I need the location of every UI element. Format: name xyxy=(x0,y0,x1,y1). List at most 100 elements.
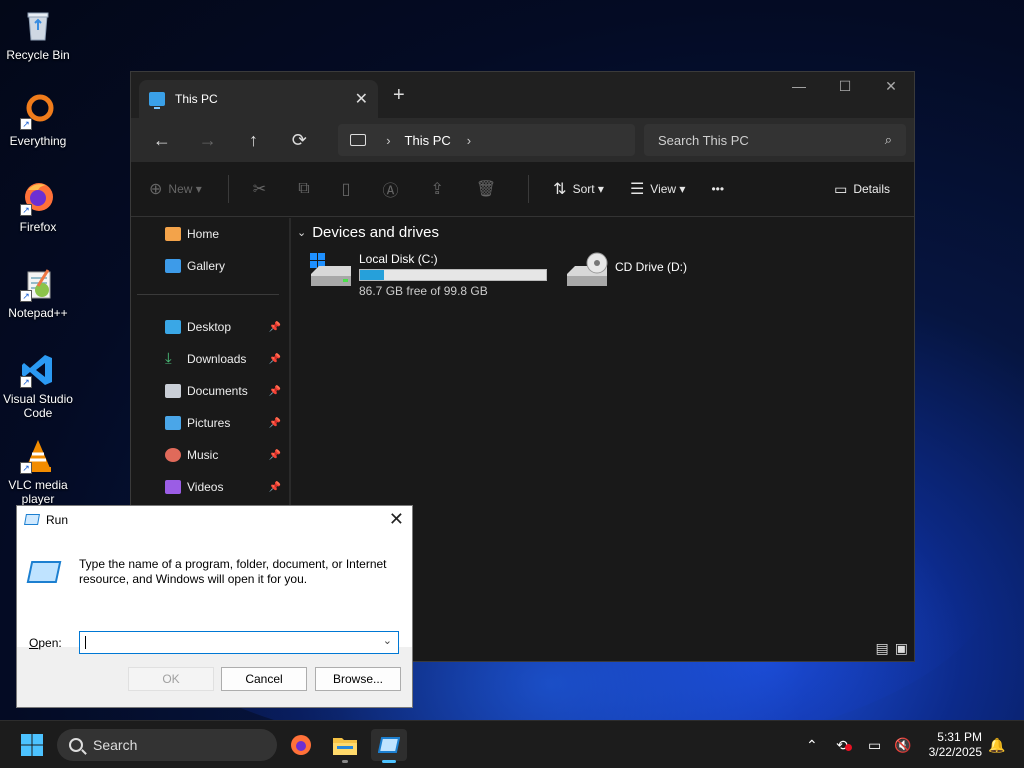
drive-name: Local Disk (C:) xyxy=(359,252,438,266)
desktop-icon-vscode[interactable]: ↗ Visual Studio Code xyxy=(0,352,76,420)
pin-icon[interactable]: 📌 xyxy=(269,354,281,365)
drive-local-disk-c[interactable]: Local Disk (C:) 86.7 GB free of 99.8 GB xyxy=(309,252,547,298)
sidebar-item-videos[interactable]: Videos 📌 xyxy=(131,471,289,503)
desktop-icon-everything[interactable]: ↗ Everything xyxy=(0,94,76,148)
cancel-button[interactable]: Cancel xyxy=(221,667,307,691)
forward-button[interactable]: → xyxy=(185,130,231,151)
network-icon[interactable]: ▭ xyxy=(868,737,881,754)
new-tab-button[interactable]: + xyxy=(393,84,405,107)
sidebar-item-downloads[interactable]: ⤓ Downloads 📌 xyxy=(131,343,289,375)
breadcrumb-this-pc[interactable]: This PC xyxy=(405,133,451,148)
copy-button[interactable]: ⧉ xyxy=(298,180,315,198)
sidebar-item-home[interactable]: Home xyxy=(131,218,289,250)
shortcut-arrow-icon: ↗ xyxy=(20,462,32,474)
back-button[interactable]: ← xyxy=(139,130,185,151)
search-placeholder: Search This PC xyxy=(658,132,749,148)
rename-button[interactable]: Ⓐ xyxy=(382,177,404,201)
monitor-icon xyxy=(350,134,367,146)
share-button[interactable]: ⇪ xyxy=(430,179,449,199)
address-bar[interactable]: › This PC › xyxy=(338,124,635,156)
pin-icon[interactable]: 📌 xyxy=(269,450,281,461)
ok-button[interactable]: OK xyxy=(128,667,214,691)
drive-free-space: 86.7 GB free of 99.8 GB xyxy=(359,284,488,298)
more-options-button[interactable]: ••• xyxy=(711,182,724,196)
desktop-icon-label: Notepad++ xyxy=(8,306,68,320)
minimize-button[interactable]: — xyxy=(776,78,822,94)
run-app-icon xyxy=(24,514,40,525)
desktop-folder-icon xyxy=(165,320,181,334)
pin-icon[interactable]: 📌 xyxy=(269,482,281,493)
view-button[interactable]: ☰ View ▾ xyxy=(630,179,686,199)
start-button[interactable] xyxy=(14,729,50,761)
delete-button[interactable]: 🗑 xyxy=(476,179,502,199)
large-icons-view-icon[interactable]: ▣ xyxy=(895,640,908,657)
clock[interactable]: 5:31 PM 3/22/2025 xyxy=(929,730,982,760)
clipboard-icon: ▯ xyxy=(341,181,351,198)
sidebar-item-desktop[interactable]: Desktop 📌 xyxy=(131,311,289,343)
pin-icon[interactable]: 📌 xyxy=(269,322,281,333)
desktop-icon-vlc[interactable]: ↗ VLC media player xyxy=(0,438,76,506)
volume-muted-icon[interactable]: 🔇 xyxy=(894,737,911,754)
firefox-icon xyxy=(291,735,311,755)
taskbar-firefox[interactable] xyxy=(283,729,319,761)
search-icon xyxy=(69,738,83,752)
new-label: New xyxy=(168,182,193,196)
run-title-bar[interactable]: Run ✕ xyxy=(17,506,412,533)
pin-icon[interactable]: 📌 xyxy=(269,418,281,429)
chevron-right-icon[interactable]: › xyxy=(467,133,471,148)
details-button[interactable]: ▭ Details xyxy=(834,181,890,198)
sort-button[interactable]: ⇅ Sort ▾ xyxy=(553,179,604,199)
new-button[interactable]: ⊕ New ▾ xyxy=(149,179,202,199)
divider xyxy=(227,175,229,203)
sidebar-item-pictures[interactable]: Pictures 📌 xyxy=(131,407,289,439)
this-pc-icon xyxy=(149,92,165,109)
windows-logo-icon xyxy=(21,734,43,756)
chevron-down-icon[interactable]: ⌄ xyxy=(383,634,392,647)
shortcut-arrow-icon: ↗ xyxy=(20,376,32,388)
videos-icon xyxy=(165,480,181,494)
maximize-button[interactable]: ☐ xyxy=(822,78,868,95)
download-arrow-icon: ⤓ xyxy=(165,350,172,367)
refresh-button[interactable]: ⟳ xyxy=(276,130,322,151)
sidebar-item-music[interactable]: Music 📌 xyxy=(131,439,289,471)
search-box[interactable]: Search This PC ⌕ xyxy=(644,124,906,156)
sidebar-item-gallery[interactable]: Gallery xyxy=(131,250,289,282)
notepad-plus-plus-icon: ↗ xyxy=(20,266,56,302)
taskbar-run[interactable] xyxy=(371,729,407,763)
details-view-icon[interactable]: ▤ xyxy=(876,640,889,657)
view-toggle: ▤ ▣ xyxy=(876,640,908,657)
active-indicator xyxy=(382,760,396,763)
desktop-icon-firefox[interactable]: ↗ Firefox xyxy=(0,180,76,234)
desktop-icon-notepad-plus-plus[interactable]: ↗ Notepad++ xyxy=(0,266,76,320)
notification-bell-icon[interactable]: 🔔 xyxy=(988,737,1005,754)
desktop-icon-recycle-bin[interactable]: Recycle Bin xyxy=(0,8,76,62)
copy-icon: ⧉ xyxy=(298,180,310,197)
tab-this-pc[interactable]: This PC ✕ xyxy=(139,80,378,118)
up-button[interactable]: ↑ xyxy=(231,130,277,151)
chevron-up-icon[interactable]: ⌃ xyxy=(806,737,818,754)
browse-button[interactable]: Browse... xyxy=(315,667,401,691)
shortcut-arrow-icon: ↗ xyxy=(20,290,32,302)
drive-cd-d[interactable]: CD Drive (D:) xyxy=(565,252,687,288)
sync-icon[interactable]: ⟲ xyxy=(836,737,852,754)
sidebar-item-documents[interactable]: Documents 📌 xyxy=(131,375,289,407)
sidebar-item-label: Pictures xyxy=(187,416,231,430)
open-input[interactable]: ⌄ xyxy=(79,631,399,654)
group-header-devices[interactable]: ⌄ Devices and drives xyxy=(297,224,914,241)
sidebar-item-label: Home xyxy=(187,227,220,241)
close-icon[interactable]: ✕ xyxy=(389,509,404,530)
taskbar-search[interactable]: Search xyxy=(57,729,277,761)
pin-icon[interactable]: 📌 xyxy=(269,386,281,397)
chevron-down-icon: ⌄ xyxy=(297,227,307,239)
scissors-icon: ✂ xyxy=(252,181,267,198)
close-window-button[interactable]: ✕ xyxy=(868,78,914,95)
open-label-rest: pen: xyxy=(38,636,62,650)
cut-button[interactable]: ✂ xyxy=(253,179,272,199)
paste-button[interactable]: ▯ xyxy=(342,179,357,199)
taskbar-file-explorer[interactable] xyxy=(327,729,363,763)
pictures-icon xyxy=(165,416,181,430)
desktop-icon-label: VLC media player xyxy=(8,478,68,506)
view-list-icon: ☰ xyxy=(629,181,645,198)
running-indicator xyxy=(342,760,348,763)
tab-close-icon[interactable]: ✕ xyxy=(355,89,368,109)
